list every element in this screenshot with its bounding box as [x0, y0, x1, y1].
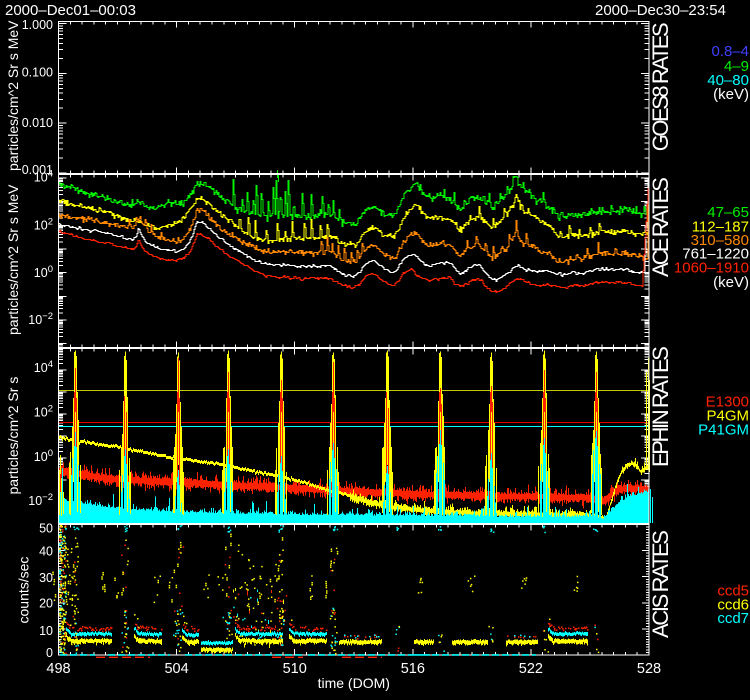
svg-text:516: 516 [401, 661, 425, 677]
svg-text:522: 522 [519, 661, 543, 677]
svg-text:528: 528 [637, 661, 661, 677]
svg-text:particles/cm^2 Sr s MeV: particles/cm^2 Sr s MeV [5, 184, 21, 335]
svg-text:ACE RATES: ACE RATES [648, 177, 673, 277]
svg-text:510: 510 [283, 661, 307, 677]
svg-text:(keV): (keV) [713, 86, 749, 103]
svg-text:10: 10 [39, 624, 53, 638]
svg-text:EPHIN RATES: EPHIN RATES [648, 346, 673, 467]
svg-text:20: 20 [39, 597, 53, 611]
svg-text:498: 498 [46, 661, 70, 677]
svg-text:ccd7: ccd7 [717, 610, 749, 627]
svg-text:0.100: 0.100 [22, 65, 53, 79]
svg-text:counts/sec: counts/sec [16, 557, 32, 624]
svg-text:0.010: 0.010 [22, 116, 53, 130]
svg-text:50: 50 [39, 521, 53, 535]
svg-text:1.000: 1.000 [22, 18, 53, 32]
svg-text:40: 40 [39, 544, 53, 558]
svg-text:particles/cm^2 Sr s: particles/cm^2 Sr s [5, 377, 21, 495]
svg-text:0: 0 [46, 646, 53, 660]
svg-text:ACIS RATES: ACIS RATES [648, 530, 673, 638]
svg-text:30: 30 [39, 571, 53, 585]
svg-text:2000–Dec30–23:54: 2000–Dec30–23:54 [595, 2, 726, 19]
svg-text:504: 504 [164, 661, 188, 677]
svg-text:P41GM: P41GM [698, 421, 749, 438]
svg-text:(keV): (keV) [713, 274, 749, 291]
svg-text:time (DOM): time (DOM) [318, 675, 390, 691]
svg-text:particles/cm^2 Sr s MeV: particles/cm^2 Sr s MeV [5, 20, 21, 171]
svg-text:GOES8 RATES: GOES8 RATES [648, 22, 673, 151]
svg-text:2000–Dec01–00:03: 2000–Dec01–00:03 [5, 2, 136, 19]
